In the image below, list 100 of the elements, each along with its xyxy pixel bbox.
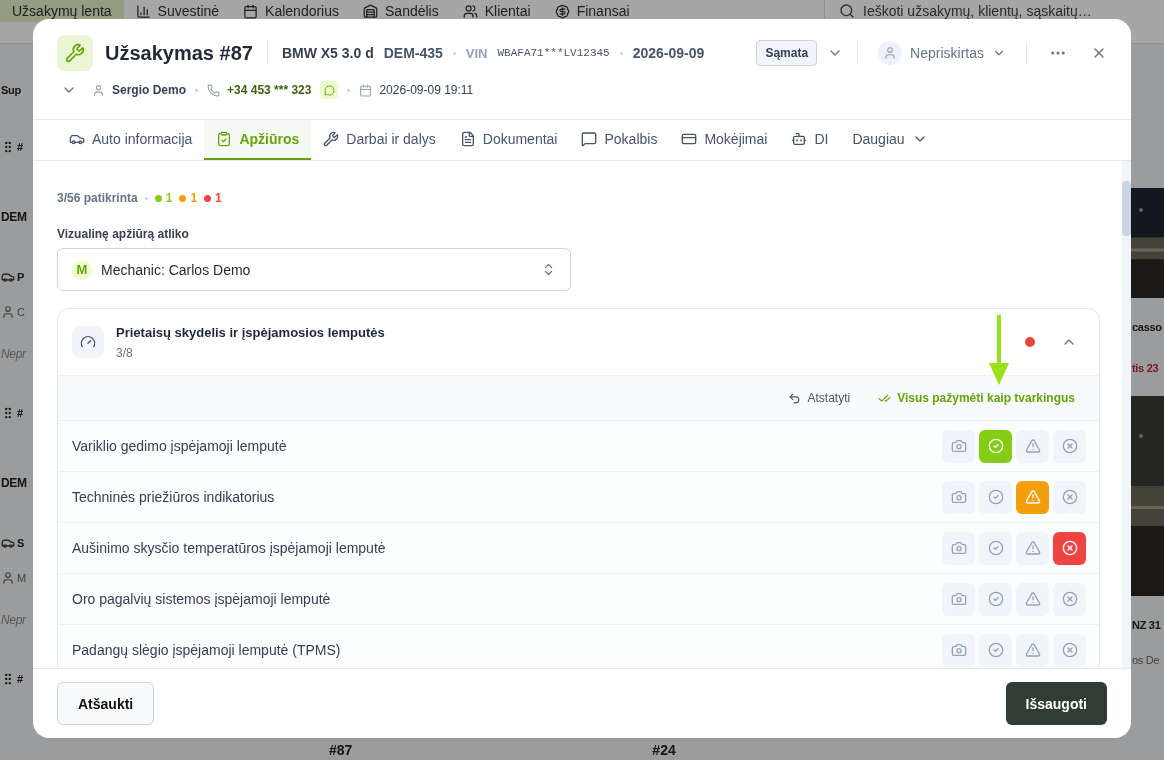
save-button[interactable]: Išsaugoti (1005, 682, 1107, 725)
card-text: # (17, 407, 23, 419)
card-text: DEM (1, 476, 27, 490)
card-text: os De (1132, 654, 1160, 666)
camera-icon (950, 642, 967, 658)
tab[interactable]: DI (779, 120, 841, 160)
camera-button[interactable] (942, 480, 975, 514)
tab[interactable]: Auto informacija (57, 120, 205, 160)
user-icon (1, 305, 15, 319)
warning-icon (1024, 540, 1041, 556)
camera-button[interactable] (942, 531, 975, 565)
tab[interactable]: Daugiau (840, 120, 940, 160)
chat-icon[interactable] (320, 81, 339, 99)
inspector-select[interactable]: M Mechanic: Carlos Demo (57, 248, 571, 291)
nav-item[interactable]: Klientai (450, 0, 543, 22)
check-circle-icon (987, 591, 1004, 607)
x-circle-icon (1061, 591, 1078, 607)
ok-button[interactable] (979, 633, 1012, 667)
scrollbar[interactable] (1122, 161, 1131, 668)
search-icon (839, 3, 855, 19)
customer-name: Sergio Demo (112, 83, 186, 97)
card-text: # (17, 141, 23, 153)
card-text: S (17, 537, 25, 549)
card-text: DEM (1, 210, 27, 224)
avatar-initial: M (72, 259, 92, 280)
order-number: #87 (329, 742, 353, 758)
estimate-button[interactable]: Sąmata (756, 40, 818, 66)
fail-button[interactable] (1053, 531, 1086, 565)
assignee-button[interactable]: Nepriskirtas (872, 41, 1012, 65)
camera-button[interactable] (942, 633, 975, 667)
card-text: C (17, 306, 25, 318)
section-title: Prietaisų skydelis ir įspėjamosios lemputės (116, 324, 386, 340)
card-text: # (17, 673, 23, 685)
status-count: 1 (215, 191, 222, 205)
camera-icon (950, 540, 967, 556)
warning-button[interactable] (1016, 633, 1049, 667)
chat-icon (581, 131, 598, 147)
check-circle-icon (987, 438, 1004, 454)
camera-icon (950, 591, 967, 607)
vehicle-model: BMW X5 3.0 d (281, 45, 374, 61)
calendar-icon (359, 83, 373, 97)
nav-item[interactable]: Finansai (542, 0, 642, 22)
warning-button[interactable] (1016, 531, 1049, 565)
check-item-label: Aušinimo skysčio temperatūros įspėjamoji lemputė (72, 540, 387, 556)
cancel-button[interactable]: Atšaukti (57, 682, 155, 725)
warning-button[interactable] (1016, 429, 1049, 463)
check-circle-icon (987, 642, 1004, 658)
order-number: #24 (652, 742, 676, 758)
credit-card-icon (681, 131, 698, 147)
fail-button[interactable] (1053, 633, 1086, 667)
nav-item[interactable]: Kalendorius (231, 0, 351, 22)
ok-button[interactable] (979, 429, 1012, 463)
warning-button[interactable] (1016, 480, 1049, 514)
nav-item[interactable]: Suvestinė (123, 0, 232, 22)
wrench-icon (57, 35, 93, 71)
card-text: NZ 31 (1132, 619, 1161, 631)
created-date: 2026-09-09 19:11 (379, 83, 474, 97)
reset-button[interactable]: Atstatyti (788, 391, 851, 405)
tab[interactable]: Pokalbis (569, 120, 670, 160)
warning-button[interactable] (1016, 582, 1049, 616)
x-circle-icon (1061, 642, 1078, 658)
warning-icon (1024, 438, 1041, 454)
camera-button[interactable] (942, 429, 975, 463)
tab[interactable]: Dokumentai (447, 120, 570, 160)
warning-icon (1024, 489, 1041, 505)
check-item-label: Techninės priežiūros indikatorius (72, 489, 276, 505)
camera-button[interactable] (942, 582, 975, 616)
status-count: 1 (165, 191, 173, 205)
ok-button[interactable] (979, 582, 1012, 616)
user-icon (878, 41, 903, 65)
fail-button[interactable] (1053, 429, 1086, 463)
warning-icon (1024, 591, 1041, 607)
nav-item[interactable]: Sandėlis (351, 0, 451, 22)
order-date: 2026-09-09 (632, 45, 705, 61)
bar-chart-icon (135, 3, 151, 19)
check-circle-icon (987, 489, 1004, 505)
x-circle-icon (1061, 438, 1078, 454)
search-placeholder: Ieškoti užsakymų, klientų, sąskaitų… (863, 3, 1092, 19)
check-item-label: Oro pagalvių sistemos įspėjamoji lemputė (72, 591, 332, 607)
fail-button[interactable] (1053, 582, 1086, 616)
car-icon (1, 536, 15, 550)
nav-item[interactable]: Užsakymų lenta (0, 0, 124, 22)
card-text: M (17, 572, 26, 584)
phone-icon (207, 83, 220, 97)
ok-button[interactable] (979, 531, 1012, 565)
card-text: Nepr (1, 347, 26, 361)
card-text: tis 23 (1132, 362, 1159, 374)
fail-button[interactable] (1053, 480, 1086, 514)
vin-number: WBAFA71***LV12345 (497, 47, 610, 59)
x-circle-icon (1061, 489, 1078, 505)
tab[interactable]: Mokėjimai (669, 120, 780, 160)
check-item-label: Variklio gedimo įspėjamoji lemputė (72, 438, 288, 454)
dialog-title: Užsakymas #87 (105, 41, 253, 65)
tab[interactable]: Darbai ir dalys (311, 120, 448, 160)
plate-number: DEM-435 (383, 45, 443, 61)
camera-icon (950, 438, 967, 454)
dollar-badge-icon (554, 3, 570, 19)
ok-button[interactable] (979, 480, 1012, 514)
check-item-label: Padangų slėgio įspėjamoji lemputė (TPMS) (72, 642, 342, 658)
car-icon (1, 270, 15, 284)
